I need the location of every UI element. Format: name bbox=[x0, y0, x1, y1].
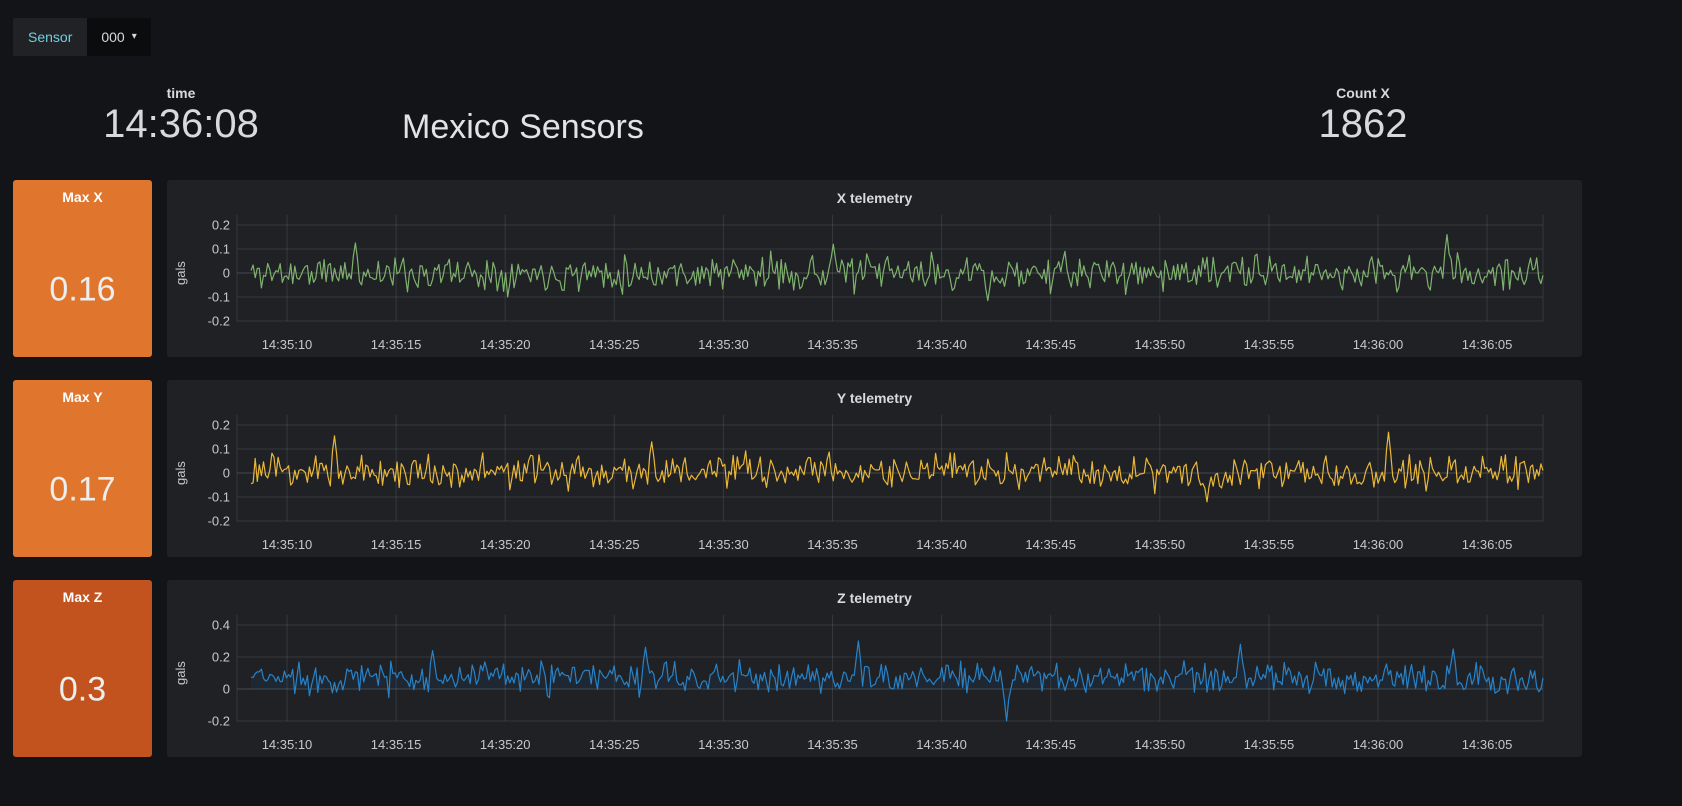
svg-text:14:35:50: 14:35:50 bbox=[1134, 337, 1185, 352]
dashboard-title: Mexico Sensors bbox=[402, 108, 644, 147]
chart-panel-y-telemetry: 0.2 0.1 0 -0.1 -0.2 14:35:10 14:35:15 14:35:20 1… bbox=[167, 380, 1582, 557]
row-z: Max Z 0.3 0.4 0.2 0 -0.2 14:35:10 14:35:15 14:… bbox=[0, 580, 1682, 757]
svg-text:0.2: 0.2 bbox=[212, 650, 230, 665]
chart-title[interactable]: X telemetry bbox=[167, 190, 1582, 206]
svg-text:14:36:00: 14:36:00 bbox=[1353, 537, 1404, 552]
z-telemetry-chart[interactable]: 0.4 0.2 0 -0.2 14:35:10 14:35:15 14:35:20 14:35… bbox=[167, 580, 1582, 757]
svg-text:0.4: 0.4 bbox=[212, 618, 230, 633]
variable-value: 000 bbox=[101, 29, 124, 45]
row-x: Max X 0.16 0.2 0.1 0 -0.1 -0.2 14:35:10 14:35:… bbox=[0, 180, 1682, 357]
chart-panel-x-telemetry: 0.2 0.1 0 -0.1 -0.2 14:35:10 14:35:15 14:35:20 1… bbox=[167, 180, 1582, 357]
svg-text:-0.1: -0.1 bbox=[208, 290, 230, 305]
chart-title[interactable]: Z telemetry bbox=[167, 590, 1582, 606]
svg-text:14:35:15: 14:35:15 bbox=[371, 337, 422, 352]
svg-text:14:35:55: 14:35:55 bbox=[1244, 337, 1295, 352]
stat-panel-max-z: Max Z 0.3 bbox=[13, 580, 152, 757]
svg-text:14:35:15: 14:35:15 bbox=[371, 537, 422, 552]
svg-text:14:35:55: 14:35:55 bbox=[1244, 537, 1295, 552]
svg-text:14:35:50: 14:35:50 bbox=[1134, 737, 1185, 752]
svg-text:14:35:40: 14:35:40 bbox=[916, 337, 967, 352]
svg-text:0: 0 bbox=[223, 466, 230, 481]
svg-text:14:35:40: 14:35:40 bbox=[916, 537, 967, 552]
svg-text:-0.2: -0.2 bbox=[208, 714, 230, 729]
svg-text:14:35:30: 14:35:30 bbox=[698, 337, 749, 352]
svg-text:-0.2: -0.2 bbox=[208, 314, 230, 329]
stat-title[interactable]: Max Y bbox=[13, 389, 152, 405]
svg-text:14:35:30: 14:35:30 bbox=[698, 537, 749, 552]
chart-title[interactable]: Y telemetry bbox=[167, 390, 1582, 406]
svg-text:-0.2: -0.2 bbox=[208, 514, 230, 529]
svg-text:0.2: 0.2 bbox=[212, 418, 230, 433]
variable-label: Sensor bbox=[13, 18, 87, 56]
svg-text:14:35:20: 14:35:20 bbox=[480, 737, 531, 752]
chevron-down-icon: ▾ bbox=[132, 32, 137, 42]
stat-title[interactable]: Max Z bbox=[13, 589, 152, 605]
svg-text:14:36:05: 14:36:05 bbox=[1462, 537, 1513, 552]
svg-text:14:35:20: 14:35:20 bbox=[480, 337, 531, 352]
stat-value: 0.3 bbox=[13, 670, 152, 709]
clock-value: 14:36:08 bbox=[13, 102, 349, 147]
svg-text:14:35:25: 14:35:25 bbox=[589, 337, 640, 352]
svg-text:0: 0 bbox=[223, 266, 230, 281]
svg-text:14:35:10: 14:35:10 bbox=[262, 537, 313, 552]
stat-panel-max-y: Max Y 0.17 bbox=[13, 380, 152, 557]
stat-value: 0.17 bbox=[13, 470, 152, 509]
svg-text:14:36:05: 14:36:05 bbox=[1462, 737, 1513, 752]
svg-text:14:35:25: 14:35:25 bbox=[589, 737, 640, 752]
svg-text:14:35:45: 14:35:45 bbox=[1025, 337, 1076, 352]
svg-text:14:36:00: 14:36:00 bbox=[1353, 337, 1404, 352]
chart-panel-z-telemetry: 0.4 0.2 0 -0.2 14:35:10 14:35:15 14:35:20 14:35… bbox=[167, 580, 1582, 757]
svg-text:14:35:45: 14:35:45 bbox=[1025, 737, 1076, 752]
stat-panel-max-x: Max X 0.16 bbox=[13, 180, 152, 357]
svg-text:14:36:05: 14:36:05 bbox=[1462, 337, 1513, 352]
stat-value: 0.16 bbox=[13, 270, 152, 309]
y-telemetry-chart[interactable]: 0.2 0.1 0 -0.1 -0.2 14:35:10 14:35:15 14:35:20 1… bbox=[167, 380, 1582, 557]
svg-text:14:35:15: 14:35:15 bbox=[371, 737, 422, 752]
svg-text:14:35:55: 14:35:55 bbox=[1244, 737, 1295, 752]
svg-text:14:36:00: 14:36:00 bbox=[1353, 737, 1404, 752]
svg-text:0.1: 0.1 bbox=[212, 242, 230, 257]
svg-text:14:35:50: 14:35:50 bbox=[1134, 537, 1185, 552]
svg-text:0: 0 bbox=[223, 682, 230, 697]
row-y: Max Y 0.17 0.2 0.1 0 -0.1 -0.2 14:35:10 14:35:… bbox=[0, 380, 1682, 557]
svg-text:-0.1: -0.1 bbox=[208, 490, 230, 505]
svg-text:14:35:10: 14:35:10 bbox=[262, 737, 313, 752]
x-telemetry-chart[interactable]: 0.2 0.1 0 -0.1 -0.2 14:35:10 14:35:15 14:35:20 1… bbox=[167, 180, 1582, 357]
svg-text:0.2: 0.2 bbox=[212, 218, 230, 233]
svg-text:14:35:20: 14:35:20 bbox=[480, 537, 531, 552]
svg-text:14:35:30: 14:35:30 bbox=[698, 737, 749, 752]
sensor-variable-dropdown[interactable]: Sensor 000 ▾ bbox=[13, 18, 151, 56]
svg-text:14:35:25: 14:35:25 bbox=[589, 537, 640, 552]
clock-panel-title: time bbox=[13, 85, 349, 101]
svg-text:14:35:40: 14:35:40 bbox=[916, 737, 967, 752]
stat-title[interactable]: Max X bbox=[13, 189, 152, 205]
svg-text:14:35:35: 14:35:35 bbox=[807, 337, 858, 352]
count-panel-title: Count X bbox=[1195, 85, 1531, 101]
svg-text:14:35:35: 14:35:35 bbox=[807, 537, 858, 552]
svg-text:14:35:10: 14:35:10 bbox=[262, 337, 313, 352]
svg-text:14:35:45: 14:35:45 bbox=[1025, 537, 1076, 552]
count-value: 1862 bbox=[1195, 102, 1531, 147]
svg-text:gals: gals bbox=[173, 461, 188, 485]
svg-text:gals: gals bbox=[173, 661, 188, 685]
svg-text:14:35:35: 14:35:35 bbox=[807, 737, 858, 752]
svg-text:gals: gals bbox=[173, 261, 188, 285]
svg-text:0.1: 0.1 bbox=[212, 442, 230, 457]
variable-value-dropdown[interactable]: 000 ▾ bbox=[87, 18, 150, 56]
